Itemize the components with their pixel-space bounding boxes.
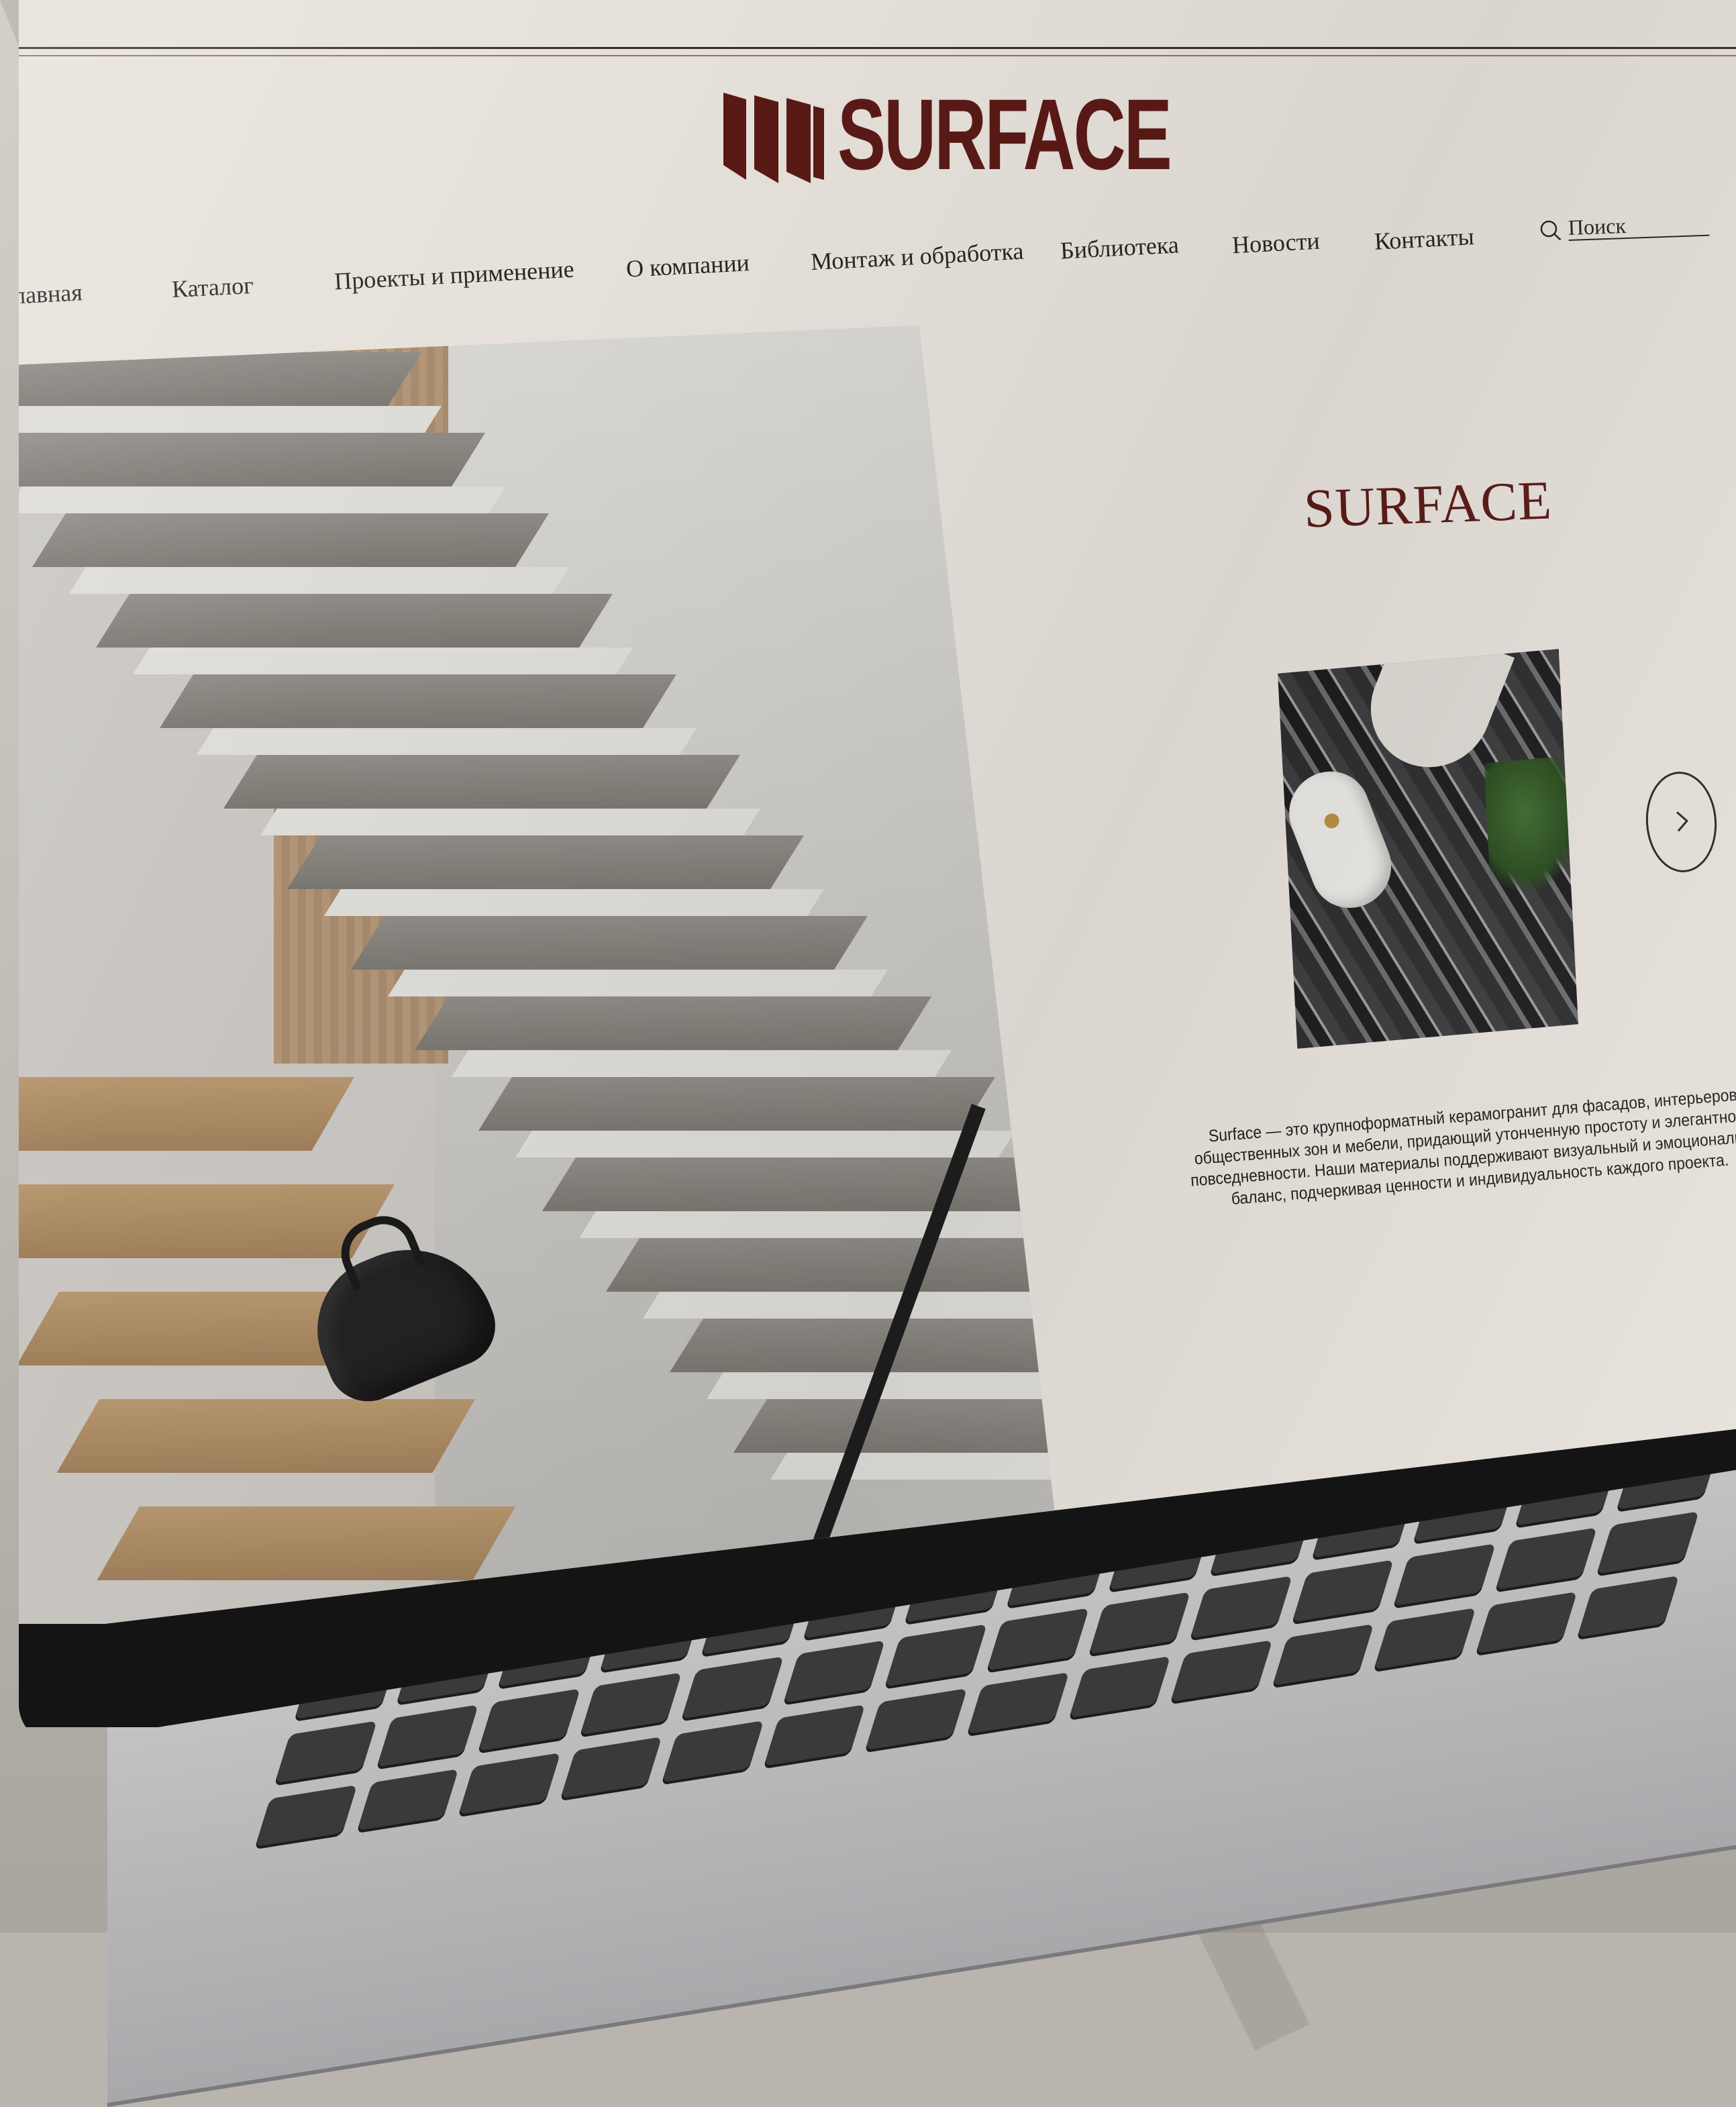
stair-step [351, 916, 868, 970]
keyboard-key [1088, 1592, 1191, 1655]
stair-step [606, 1238, 1066, 1292]
wood-step [19, 1184, 395, 1258]
nav-item-library[interactable]: Библиотека [1060, 230, 1180, 264]
search-box [1538, 210, 1713, 246]
search-icon[interactable] [1538, 218, 1562, 242]
main-nav: лавная Каталог Проекты и применение О ко… [19, 218, 1736, 312]
thumb-mouse [1278, 758, 1403, 921]
keyboard-key [580, 1672, 682, 1735]
stair-step [542, 1158, 1059, 1211]
nav-item-installation[interactable]: Монтаж и обработка [810, 237, 1024, 276]
stair-riser [452, 1050, 952, 1077]
stair-step [287, 835, 804, 889]
stair-riser [19, 406, 442, 433]
logo-text: SURFACE [837, 77, 1172, 191]
keyboard-key [986, 1608, 1089, 1671]
site-logo[interactable]: SURFACE [723, 78, 1300, 191]
next-slide-button[interactable] [1642, 769, 1721, 875]
nav-item-catalog[interactable]: Каталог [171, 271, 254, 303]
wood-step [19, 1077, 355, 1151]
hero-image [19, 325, 1066, 1624]
keyboard-key [885, 1624, 987, 1687]
keyboard-key [1292, 1559, 1394, 1623]
keyboard-key [478, 1688, 580, 1751]
stair-riser [260, 809, 760, 835]
stair-riser [643, 1292, 1066, 1319]
stair-riser [770, 1453, 1066, 1480]
stair-riser [19, 486, 505, 513]
stair-step [478, 1077, 995, 1131]
stair-riser [515, 1131, 1015, 1158]
thumb-plant [1484, 755, 1578, 898]
nav-item-home[interactable]: лавная [19, 278, 83, 309]
stair-step [733, 1399, 1066, 1453]
nav-item-contacts[interactable]: Контакты [1374, 222, 1475, 256]
browser-screen: SURFACE лавная Каталог Проекты и примене… [19, 0, 1736, 1624]
keyboard-key [1495, 1527, 1598, 1590]
header-rule [19, 47, 1736, 49]
nav-item-news[interactable]: Новости [1231, 227, 1321, 260]
product-thumbnail[interactable] [1278, 649, 1578, 1049]
brand-description: Surface — это крупноформатный керамогран… [1186, 1082, 1736, 1213]
stair-step [32, 513, 550, 567]
keyboard-key [783, 1640, 886, 1703]
keyboard-key [1190, 1576, 1292, 1639]
keyboard-key [681, 1656, 784, 1719]
keyboard-key [1393, 1543, 1496, 1606]
wood-step [56, 1399, 476, 1473]
search-input[interactable] [1568, 210, 1710, 241]
nav-item-projects[interactable]: Проекты и применение [334, 255, 574, 296]
stair-step [19, 433, 486, 486]
stair-riser [579, 1211, 1066, 1238]
stair-riser [197, 728, 697, 755]
stair-step [670, 1319, 1066, 1372]
nav-item-about[interactable]: О компании [625, 248, 750, 283]
keyboard-key [376, 1704, 479, 1767]
stair-riser [324, 889, 824, 916]
header-rule [19, 55, 1736, 56]
stair-riser [388, 970, 888, 996]
stair-step [415, 996, 931, 1050]
section-title: SURFACE [1303, 469, 1553, 539]
stair-step [223, 755, 740, 809]
stair-step [96, 594, 613, 648]
chevron-right-icon [1676, 811, 1688, 831]
wood-step [97, 1506, 516, 1580]
stair-riser [133, 648, 633, 674]
stair-riser [69, 567, 569, 594]
stair-step [160, 674, 677, 728]
stair-step [19, 352, 422, 406]
logo-mark-icon [723, 92, 824, 183]
